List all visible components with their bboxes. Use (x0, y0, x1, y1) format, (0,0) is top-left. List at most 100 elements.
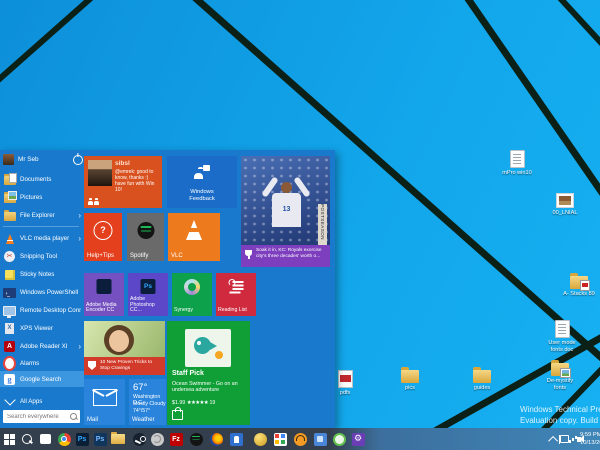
menu-item-documents[interactable]: Documents (3, 172, 81, 187)
tile-people[interactable]: sibsl @emrek: good to know, thanks :) ha… (84, 156, 162, 208)
taskbar-headset-app[interactable] (292, 431, 308, 447)
store-featured-art (185, 329, 231, 367)
tile-sports[interactable]: POSTSEASON 13 Soak it in, KC: Royals exo… (241, 156, 330, 267)
tile-label: Mail (87, 417, 98, 424)
taskbar-app-blue[interactable] (228, 431, 244, 447)
menu-item-vlc[interactable]: VLC media player › (3, 231, 81, 246)
pdf-badge-icon (580, 280, 590, 291)
question-mark-icon (94, 221, 113, 240)
tile-health-fitness[interactable]: 10 New Proven Tricks to Stop Cravings (84, 321, 165, 375)
tile-help-tips[interactable]: Help+Tips (84, 213, 122, 261)
green-ring-icon (333, 433, 346, 446)
taskbar-app-grid[interactable] (272, 431, 288, 447)
taskbar-steam[interactable] (131, 431, 147, 447)
taskbar-firefox[interactable] (208, 431, 224, 447)
tile-weather[interactable]: 67° Washington D.C. Mostly Cloudy 74°/57… (129, 379, 166, 425)
desktop-icon-folder-3[interactable]: guides (463, 370, 501, 392)
tile-spotify[interactable]: Spotify (127, 213, 164, 261)
menu-item-snipping-tool[interactable]: Snipping Tool (3, 249, 81, 264)
xps-viewer-icon (3, 322, 16, 335)
taskbar-settings[interactable] (350, 431, 366, 447)
tile-label: Weather (132, 417, 155, 424)
menu-item-file-explorer[interactable]: File Explorer › (3, 208, 81, 223)
spotify-icon (137, 222, 154, 239)
store-price: $1.99 (172, 400, 185, 406)
taskbar-adobe-app[interactable]: Ps (92, 431, 108, 447)
desktop-icon-folder-photo[interactable]: De-mystify fonts (541, 363, 579, 391)
task-view-button[interactable] (37, 431, 53, 447)
taskbar-filezilla[interactable]: Fz (168, 431, 184, 447)
taskbar-photoshop[interactable]: Ps (74, 431, 90, 447)
submenu-chevron-icon[interactable]: › (78, 212, 81, 220)
menu-item-adobe-reader[interactable]: Adobe Reader XI › (3, 339, 81, 354)
windows-logo-icon (4, 434, 15, 445)
synergy-icon (184, 279, 200, 295)
taskbar-spotify[interactable] (188, 431, 204, 447)
all-apps-button[interactable]: All Apps (3, 394, 81, 409)
menu-item-xps-viewer[interactable]: XPS Viewer (3, 321, 81, 336)
submenu-chevron-icon[interactable]: › (78, 235, 81, 243)
documents-icon (3, 173, 16, 186)
adobe-media-encoder-icon (97, 279, 112, 294)
tile-vlc[interactable]: VLC (168, 213, 220, 261)
menu-item-powershell[interactable]: Windows PowerShell (3, 285, 81, 300)
adobe-reader-icon (3, 340, 16, 353)
desktop-icon-document[interactable]: mPro win10 (498, 150, 536, 177)
tile-adobe-photoshop[interactable]: Ps Adobe Photoshop CC... (128, 273, 168, 316)
search-input[interactable] (3, 410, 80, 423)
menu-item-sticky-notes[interactable]: Sticky Notes (3, 267, 81, 282)
desktop-icon-folder-2[interactable]: pics (391, 370, 429, 392)
fish-illustration (194, 337, 211, 354)
menu-item-google-search[interactable]: Google Search (0, 371, 84, 387)
taskbar-app-green[interactable] (331, 431, 347, 447)
tile-mail[interactable]: Mail (84, 379, 125, 425)
desktop-icon-label: pics (391, 385, 429, 392)
tile-reading-list[interactable]: Reading List (216, 273, 256, 316)
power-icon[interactable] (73, 155, 83, 165)
tile-synergy[interactable]: Synergy (172, 273, 212, 316)
tile-adobe-media-encoder[interactable]: Adobe Media Encoder CC (84, 273, 124, 316)
start-button[interactable] (1, 431, 17, 447)
taskbar: Ps Ps Fz 9:59 PM 10/13/2014 (0, 428, 600, 450)
tweet-author: sibsl (115, 160, 130, 167)
desktop-icon-image[interactable]: 00_LNIAL (546, 193, 584, 217)
menu-item-remote-desktop[interactable]: Remote Desktop Connection (3, 303, 81, 318)
taskbar-app-gold[interactable] (252, 431, 268, 447)
submenu-chevron-icon[interactable]: › (78, 343, 81, 351)
text-file-icon (510, 150, 525, 168)
snipping-tool-icon (3, 250, 16, 263)
sticky-notes-icon (3, 268, 16, 281)
tile-label: Spotify (130, 253, 148, 260)
jersey-number: 13 (272, 193, 301, 227)
user-avatar[interactable] (3, 154, 14, 165)
people-icon (88, 197, 100, 205)
tile-label: Synergy (174, 308, 210, 314)
vlc-cone-icon (186, 220, 202, 240)
menu-item-pictures[interactable]: Pictures (3, 190, 81, 205)
menu-item-alarms[interactable]: Alarms (3, 356, 81, 371)
desktop-icon-document-2[interactable]: User mode fonts doc (543, 320, 581, 353)
tweet-text: @emrek: good to know, thanks :) have fun… (115, 169, 160, 193)
search-icon (22, 434, 32, 444)
folder-icon (570, 276, 588, 289)
weather-temp: 67° (133, 382, 147, 393)
vlc-icon (3, 232, 16, 245)
pictures-icon (3, 191, 16, 204)
gear-icon (352, 433, 365, 446)
tile-label: Adobe Photoshop CC... (130, 297, 166, 314)
taskbar-audio-app[interactable] (149, 431, 165, 447)
headset-icon (294, 433, 307, 446)
taskbar-app-blue-2[interactable] (312, 431, 328, 447)
tile-store[interactable]: Staff Pick Ocean Swimmer - Go on an unde… (167, 321, 250, 425)
audio-app-icon (151, 433, 164, 446)
taskbar-file-explorer[interactable] (110, 431, 126, 447)
search-icon (70, 413, 77, 420)
file-explorer-icon (3, 209, 16, 222)
tile-windows-feedback[interactable]: Windows Feedback (167, 156, 237, 208)
clock-time: 9:59 PM (580, 431, 600, 439)
taskbar-chrome[interactable] (56, 431, 72, 447)
store-description: Ocean Swimmer - Go on an undersea advent… (172, 381, 246, 393)
desktop-icon-folder-pdf[interactable]: A- Stacks 89 (560, 276, 598, 298)
taskbar-search-button[interactable] (19, 431, 35, 447)
tray-clock[interactable]: 9:59 PM 10/13/2014 (580, 431, 600, 447)
